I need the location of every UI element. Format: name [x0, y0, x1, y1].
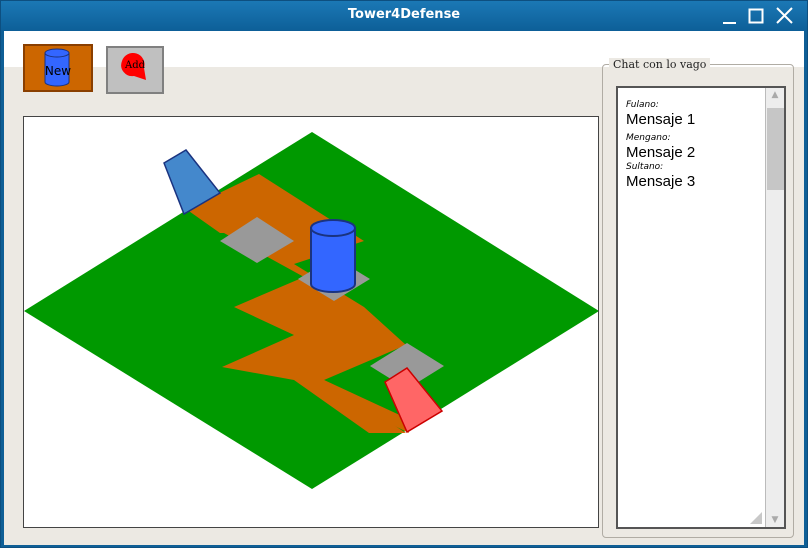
- maximize-button[interactable]: [746, 5, 768, 27]
- app-window: Tower4Defense New Add Chat con lo vago F…: [0, 0, 808, 548]
- minimize-icon: [723, 22, 736, 24]
- scroll-up-icon[interactable]: ▲: [766, 88, 784, 102]
- resize-grip-icon[interactable]: [750, 512, 762, 524]
- maximize-icon: [748, 8, 764, 24]
- minimize-button[interactable]: [719, 5, 741, 27]
- chat-title: Chat con lo vago: [609, 58, 711, 71]
- main-content: New Add Chat con lo vago Fulano: Mensaje…: [4, 31, 804, 545]
- title-bar[interactable]: Tower4Defense: [1, 1, 807, 31]
- scroll-thumb[interactable]: [767, 108, 784, 190]
- scroll-down-icon[interactable]: ▼: [766, 513, 784, 527]
- window-title: Tower4Defense: [347, 7, 461, 22]
- message-list: Fulano: Mensaje 1 Mengano: Mensaje 2 Sul…: [626, 100, 766, 195]
- game-board[interactable]: [23, 116, 599, 528]
- board-canvas[interactable]: [24, 117, 598, 527]
- add-button-label: Add: [124, 60, 146, 71]
- new-button[interactable]: New: [23, 44, 93, 92]
- message-author: Mengano:: [626, 133, 671, 143]
- chat-messages-box[interactable]: Fulano: Mensaje 1 Mengano: Mensaje 2 Sul…: [616, 86, 786, 529]
- chat-scrollbar[interactable]: ▲ ▼: [765, 88, 784, 527]
- message-text: Mensaje 2: [626, 144, 696, 161]
- add-button[interactable]: Add: [106, 46, 164, 94]
- close-icon: [776, 7, 793, 24]
- message-item: Sultano: Mensaje 3: [626, 162, 766, 191]
- message-item: Fulano: Mensaje 1: [626, 100, 766, 129]
- new-button-label: New: [44, 64, 72, 78]
- close-button[interactable]: [774, 5, 796, 27]
- message-author: Fulano:: [626, 100, 659, 110]
- message-item: Mengano: Mensaje 2: [626, 133, 766, 162]
- message-text: Mensaje 3: [626, 173, 696, 190]
- message-text: Mensaje 1: [626, 111, 696, 128]
- chat-panel: Chat con lo vago Fulano: Mensaje 1 Menga…: [602, 58, 794, 538]
- tower[interactable]: [310, 219, 356, 293]
- message-author: Sultano:: [626, 162, 664, 172]
